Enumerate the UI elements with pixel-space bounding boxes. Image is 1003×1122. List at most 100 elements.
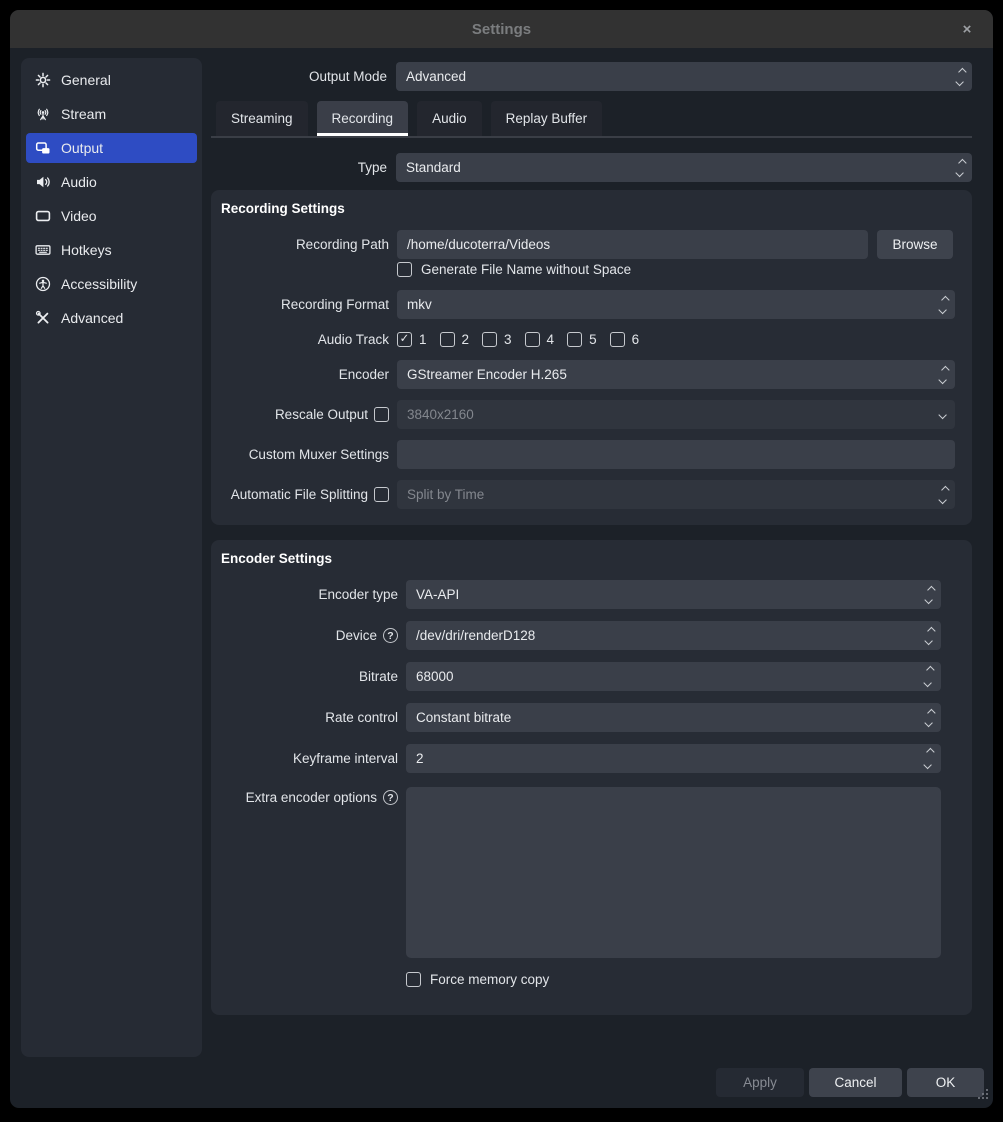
rate-control-value: Constant bitrate (416, 710, 511, 725)
sidebar-item-hotkeys[interactable]: Hotkeys (26, 235, 197, 265)
chevron-updown-icon[interactable] (932, 360, 955, 389)
bitrate-label: Bitrate (211, 669, 398, 684)
rate-control-row: Rate control Constant bitrate (211, 703, 972, 732)
audio-track-2: 2 (440, 332, 470, 347)
audio-track-6: 6 (610, 332, 640, 347)
custom-muxer-row: Custom Muxer Settings (211, 440, 972, 469)
bitrate-value: 68000 (416, 669, 454, 684)
sidebar-item-audio[interactable]: Audio (26, 167, 197, 197)
audio-track-1: 1 (397, 332, 427, 347)
chevron-updown-icon[interactable] (932, 480, 955, 509)
tab-recording[interactable]: Recording (317, 101, 409, 136)
extra-options-label: Extra encoder options ? (211, 790, 398, 805)
auto-split-label: Automatic File Splitting (211, 487, 389, 502)
auto-split-select[interactable]: Split by Time (397, 480, 955, 509)
rescale-resolution-select[interactable]: 3840x2160 (397, 400, 955, 429)
output-icon (35, 140, 51, 156)
encoder-select[interactable]: GStreamer Encoder H.265 (397, 360, 955, 389)
recording-path-input[interactable]: /home/ducoterra/Videos (397, 230, 868, 259)
spin-down-icon[interactable] (926, 762, 932, 768)
device-label: Device ? (211, 628, 398, 643)
audio-track-number: 2 (462, 332, 470, 347)
tools-icon (35, 310, 51, 326)
chevron-updown-icon[interactable] (918, 580, 941, 609)
sidebar-item-label: Accessibility (61, 276, 137, 292)
audio-track-5-checkbox[interactable] (567, 332, 582, 347)
audio-track-3: 3 (482, 332, 512, 347)
sidebar-item-accessibility[interactable]: Accessibility (26, 269, 197, 299)
audio-track-number: 5 (589, 332, 597, 347)
audio-track-4: 4 (525, 332, 555, 347)
resize-grip[interactable] (977, 1087, 989, 1105)
type-select[interactable]: Standard (396, 153, 972, 182)
tab-streaming[interactable]: Streaming (216, 101, 308, 136)
output-tabs: Streaming RecordingAudio Replay Buffer (211, 101, 972, 136)
sidebar-item-output[interactable]: Output (26, 133, 197, 163)
chevron-updown-icon[interactable] (918, 621, 941, 650)
custom-muxer-input[interactable] (397, 440, 955, 469)
chevron-updown-icon[interactable] (949, 62, 972, 91)
spin-down-icon[interactable] (926, 680, 932, 686)
chevron-updown-icon[interactable] (949, 153, 972, 182)
chevron-down-icon[interactable] (941, 400, 947, 429)
chevron-updown-icon[interactable] (918, 703, 941, 732)
audio-track-3-checkbox[interactable] (482, 332, 497, 347)
spin-up-icon[interactable] (926, 749, 932, 755)
recording-format-value: mkv (407, 297, 432, 312)
close-icon[interactable]: × (955, 10, 979, 48)
help-icon[interactable]: ? (383, 790, 398, 805)
force-memory-copy-checkbox[interactable] (406, 972, 421, 987)
browse-button[interactable]: Browse (877, 230, 953, 259)
auto-split-checkbox[interactable] (374, 487, 389, 502)
help-icon[interactable]: ? (383, 628, 398, 643)
cancel-button[interactable]: Cancel (809, 1068, 902, 1097)
audio-track-number: 4 (547, 332, 555, 347)
rate-control-select[interactable]: Constant bitrate (406, 703, 941, 732)
recording-format-select[interactable]: mkv (397, 290, 955, 319)
bitrate-row: Bitrate 68000 (211, 662, 972, 691)
output-mode-select[interactable]: Advanced (396, 62, 972, 91)
sidebar-item-label: Output (61, 140, 103, 156)
sidebar-item-label: Stream (61, 106, 106, 122)
rescale-output-label: Rescale Output (211, 407, 389, 422)
titlebar[interactable]: Settings × (10, 10, 993, 48)
apply-button[interactable]: Apply (716, 1068, 804, 1097)
audio-track-number: 3 (504, 332, 512, 347)
sidebar: General Stream Output Audio Video Hotkeys Acce… (21, 58, 202, 1057)
tab-replay-buffer[interactable]: Replay Buffer (491, 101, 603, 136)
force-memory-copy-row: Force memory copy (406, 972, 972, 987)
ok-button[interactable]: OK (907, 1068, 984, 1097)
broadcast-icon (35, 106, 51, 122)
audio-track-4-checkbox[interactable] (525, 332, 540, 347)
sidebar-item-label: General (61, 72, 111, 88)
force-memory-copy-label: Force memory copy (430, 972, 549, 987)
generate-no-space-checkbox[interactable] (397, 262, 412, 277)
settings-window: Settings × General Stream Output Audio Video… (10, 10, 993, 1108)
extra-options-textarea[interactable] (406, 787, 941, 958)
recording-format-row: Recording Format mkv (211, 290, 972, 319)
device-select[interactable]: /dev/dri/renderD128 (406, 621, 941, 650)
tab-audio[interactable]: Audio (417, 101, 482, 136)
audio-track-6-checkbox[interactable] (610, 332, 625, 347)
keyframe-interval-spinbox[interactable]: 2 (406, 744, 941, 773)
encoder-type-select[interactable]: VA-API (406, 580, 941, 609)
keyframe-interval-row: Keyframe interval 2 (211, 744, 972, 773)
bitrate-spinbox[interactable]: 68000 (406, 662, 941, 691)
sidebar-item-video[interactable]: Video (26, 201, 197, 231)
audio-track-2-checkbox[interactable] (440, 332, 455, 347)
window-title: Settings (472, 21, 531, 38)
auto-split-row: Automatic File Splitting Split by Time (211, 480, 972, 509)
encoder-label: Encoder (211, 367, 389, 382)
chevron-updown-icon[interactable] (932, 290, 955, 319)
encoder-type-label: Encoder type (211, 587, 398, 602)
audio-track-1-checkbox[interactable] (397, 332, 412, 347)
spin-up-icon[interactable] (926, 667, 932, 673)
rescale-output-checkbox[interactable] (374, 407, 389, 422)
custom-muxer-label: Custom Muxer Settings (211, 447, 389, 462)
type-row: Type Standard (211, 153, 972, 182)
sidebar-item-stream[interactable]: Stream (26, 99, 197, 129)
speaker-icon (35, 174, 51, 190)
sidebar-item-advanced[interactable]: Advanced (26, 303, 197, 333)
device-row: Device ? /dev/dri/renderD128 (211, 621, 972, 650)
sidebar-item-general[interactable]: General (26, 65, 197, 95)
